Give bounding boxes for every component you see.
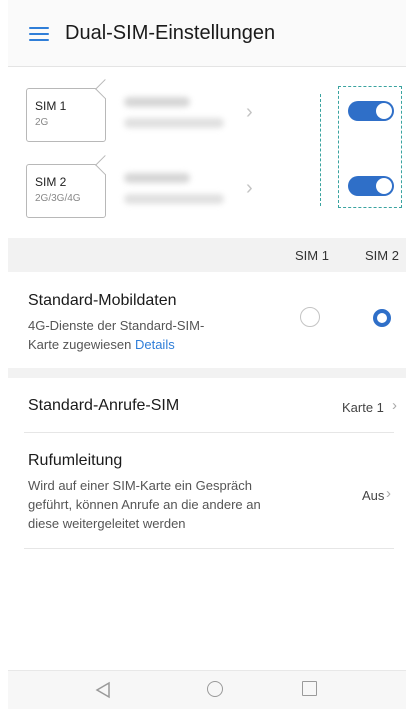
sim1-toggle[interactable] [348, 101, 394, 121]
details-link[interactable]: Details [135, 337, 175, 352]
forwarding-subtitle-line2: geführt, können Anrufe an die andere an [28, 497, 261, 512]
blurred-operator-name [124, 173, 190, 183]
forwarding-subtitle: Wird auf einer SIM-Karte ein Gespräch ge… [28, 476, 261, 533]
chevron-right-icon: › [386, 485, 391, 502]
divider [24, 548, 394, 549]
forwarding-title: Rufumleitung [28, 452, 123, 469]
mobile-data-sim1-radio[interactable] [300, 307, 320, 327]
forwarding-subtitle-line3: diese weitergeleitet werden [28, 516, 186, 531]
mobile-data-sim2-radio[interactable] [373, 309, 391, 327]
sim-card-icon: SIM 1 2G [26, 88, 106, 142]
phone-screen: Dual-SIM-Einstellungen SIM 1 2G › SIM 2 … [8, 0, 406, 709]
app-header: Dual-SIM-Einstellungen [8, 0, 406, 67]
blurred-phone-number [124, 194, 224, 204]
column-header: SIM 1 SIM 2 [8, 238, 406, 272]
call-sim-value: Karte 1 [342, 400, 384, 415]
divider [24, 432, 394, 433]
sim-name: SIM 1 [35, 99, 67, 113]
section-gap [8, 368, 406, 378]
toggle-knob [376, 103, 392, 119]
sim-network-type: 2G/3G/4G [35, 193, 81, 204]
page-title: Dual-SIM-Einstellungen [65, 22, 276, 44]
hamburger-menu-icon[interactable] [29, 27, 49, 41]
sim-network-type: 2G [35, 117, 49, 128]
mobile-data-subtitle-line2: Karte zugewiesen [28, 337, 132, 352]
sim-card-icon: SIM 2 2G/3G/4G [26, 164, 106, 218]
blurred-phone-number [124, 118, 224, 128]
chevron-right-icon[interactable]: › [246, 102, 266, 122]
highlight-line [320, 94, 322, 206]
chevron-right-icon[interactable]: › [246, 178, 266, 198]
mobile-data-subtitle: 4G-Dienste der Standard-SIM- Karte zugew… [28, 316, 204, 354]
blurred-operator-name [124, 97, 190, 107]
nav-recent-apps-icon[interactable] [302, 681, 317, 696]
forwarding-value: Aus [362, 488, 385, 503]
forwarding-subtitle-line1: Wird auf einer SIM-Karte ein Gespräch [28, 478, 252, 493]
nav-back-icon[interactable] [94, 681, 112, 699]
sim2-toggle[interactable] [348, 176, 394, 196]
column-sim2-label: SIM 2 [365, 248, 399, 263]
system-nav-bar [8, 670, 406, 709]
toggle-knob [376, 178, 392, 194]
sim-name: SIM 2 [35, 175, 67, 189]
mobile-data-title: Standard-Mobildaten [28, 292, 177, 309]
column-sim1-label: SIM 1 [295, 248, 329, 263]
mobile-data-subtitle-line1: 4G-Dienste der Standard-SIM- [28, 318, 205, 333]
nav-home-icon[interactable] [207, 681, 223, 697]
chevron-right-icon: › [392, 397, 397, 414]
call-sim-title: Standard-Anrufe-SIM [28, 397, 180, 414]
